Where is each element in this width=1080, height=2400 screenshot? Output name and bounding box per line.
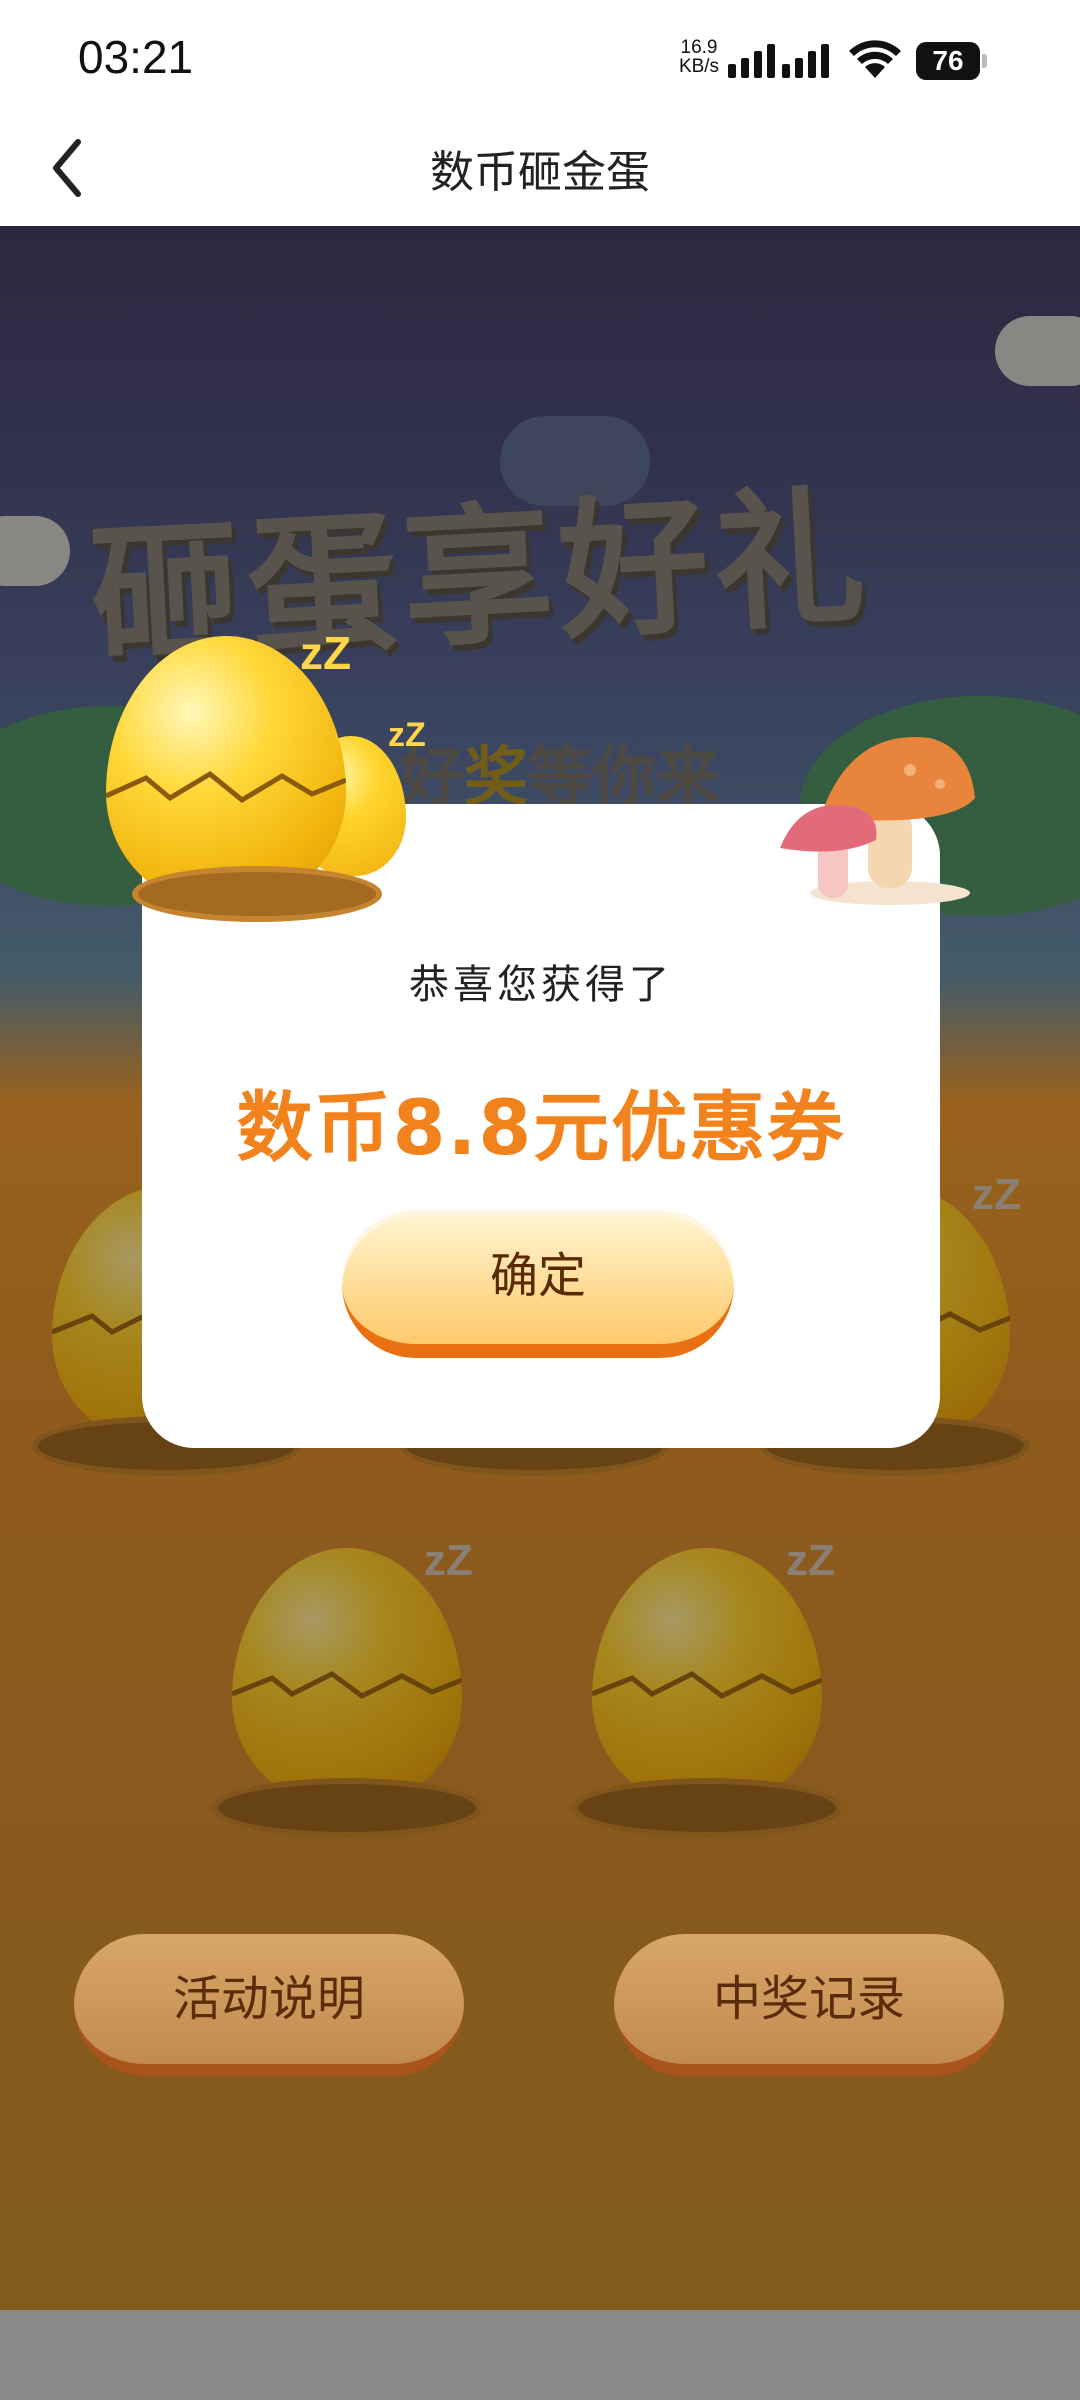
prize-text: 数币8.8元优惠券 (236, 1083, 846, 1172)
network-speed-unit: KB/s (678, 56, 720, 77)
signal-icon (728, 40, 775, 78)
mushroom-icon (780, 737, 975, 905)
activity-rules-button[interactable]: 活动说明 (74, 1934, 464, 2076)
wifi-icon (849, 40, 901, 78)
status-time: 03:21 (78, 31, 194, 83)
confirm-button[interactable]: 确定 (342, 1210, 734, 1358)
network-speed-value: 16.9 (680, 37, 718, 58)
signal-icon-2 (782, 40, 829, 78)
golden-egg-decoration (106, 636, 406, 926)
network-speed: 16.9 KB/s (676, 38, 722, 76)
prize-heading: 恭喜您获得了 (409, 962, 673, 1008)
sleep-zz-icon: zZ (388, 716, 426, 754)
page-title: 数币砸金蛋 (430, 147, 650, 198)
sleep-zz-icon: zZ (300, 627, 352, 679)
prize-records-button[interactable]: 中奖记录 (614, 1934, 1004, 2076)
battery-level: 76 (916, 42, 980, 80)
battery-icon: 76 (916, 42, 988, 80)
nav-bar: 数币砸金蛋 (0, 110, 1080, 226)
status-bar: 03:21 16.9 KB/s 76 (0, 0, 1080, 110)
bottom-strip (0, 2310, 1080, 2400)
